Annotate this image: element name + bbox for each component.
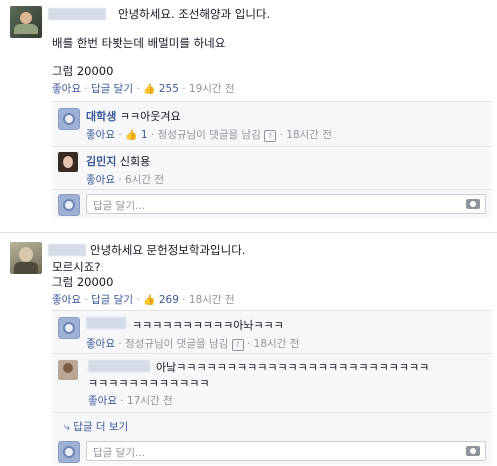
post-2-avatar[interactable] bbox=[10, 242, 42, 274]
comment-like-button[interactable]: 좋아요 bbox=[86, 174, 115, 186]
post-1-timestamp[interactable]: 19시간 전 bbox=[189, 83, 235, 95]
comment-timestamp[interactable]: 18시간 전 bbox=[286, 129, 332, 141]
thumbs-up-icon: 👍 bbox=[143, 84, 156, 95]
reply-placeholder: 답글 달기... bbox=[93, 447, 145, 459]
camera-icon[interactable] bbox=[466, 199, 480, 209]
reply-avatar bbox=[58, 441, 80, 463]
post-1-like-button[interactable]: 좋아요 bbox=[52, 83, 81, 95]
post-2-timestamp[interactable]: 18시간 전 bbox=[189, 294, 235, 306]
thumbs-up-icon: 👍 bbox=[143, 295, 156, 306]
comment-author-name[interactable] bbox=[88, 360, 150, 372]
comment-text: ㅋㅋㅋㅋㅋㅋㅋㅋㅋㅋ아놔ㅋㅋㅋ bbox=[132, 319, 284, 332]
comment-like-count[interactable]: 1 bbox=[141, 129, 148, 141]
reply-input[interactable]: 답글 달기... bbox=[86, 194, 486, 214]
comment-timestamp[interactable]: 17시간 전 bbox=[127, 395, 173, 407]
comment-text-line2: ㅋㅋㅋㅋㅋㅋㅋㅋㅋㅋㅋㅋ bbox=[88, 377, 210, 390]
comment-avatar[interactable] bbox=[58, 152, 78, 172]
comment-author-name[interactable]: 대학생 bbox=[86, 110, 116, 123]
post-2-reply-button[interactable]: 답글 달기 bbox=[91, 294, 133, 306]
post-1-text-line1: 안녕하세요. 조선해양과 입니다. bbox=[118, 7, 271, 21]
comment-row: ㅋㅋㅋㅋㅋㅋㅋㅋㅋㅋ아놔ㅋㅋㅋ 좋아요 · 정성규님이 댓글을 남김 ? · 1… bbox=[52, 311, 492, 354]
more-replies-link[interactable]: ⤷ 답글 더 보기 bbox=[64, 419, 128, 434]
post-1-like-count[interactable]: 255 bbox=[159, 83, 179, 95]
post-1-avatar[interactable] bbox=[10, 6, 42, 38]
comment-text: ㅋㅋ아웃겨요 bbox=[119, 110, 181, 123]
post-1-actions: 좋아요 · 답글 달기 · 👍 255 · 19시간 전 bbox=[52, 83, 235, 95]
post-1-text-line2: 배를 한번 타봣는데 배멀미를 하네요 bbox=[52, 36, 226, 50]
reply-placeholder: 답글 달기... bbox=[93, 200, 145, 212]
post-2-like-count[interactable]: 269 bbox=[159, 294, 179, 306]
more-replies-label[interactable]: 답글 더 보기 bbox=[73, 421, 128, 433]
post-2-comments: ㅋㅋㅋㅋㅋㅋㅋㅋㅋㅋ아놔ㅋㅋㅋ 좋아요 · 정성규님이 댓글을 남김 ? · 1… bbox=[52, 310, 492, 465]
comment-author-name[interactable] bbox=[86, 317, 126, 329]
reply-badge-icon: ? bbox=[264, 130, 277, 142]
post-2-author-name[interactable] bbox=[48, 244, 86, 256]
comment-like-button[interactable]: 좋아요 bbox=[86, 129, 115, 141]
post-2-actions: 좋아요 · 답글 달기 · 👍 269 · 18시간 전 bbox=[52, 294, 235, 306]
post-1-comments: 대학생 ㅋㅋ아웃겨요 좋아요 · 👍 1 · 정성규님이 댓글을 남김 ? · … bbox=[52, 101, 492, 218]
comment-like-button[interactable]: 좋아요 bbox=[86, 338, 115, 350]
post-2-text-line3: 그럼 20000 bbox=[52, 275, 114, 289]
comment-like-button[interactable]: 좋아요 bbox=[88, 395, 117, 407]
thumbs-up-icon: 👍 bbox=[125, 130, 138, 141]
reply-avatar bbox=[58, 194, 80, 216]
post-1-text-line3: 그럼 20000 bbox=[52, 64, 114, 78]
post-2-like-button[interactable]: 좋아요 bbox=[52, 294, 81, 306]
reply-badge-icon: ? bbox=[231, 339, 244, 351]
post-2-text-line1: 안녕하세요 문헌정보학과입니다. bbox=[90, 243, 246, 257]
comment-text: 신회용 bbox=[119, 155, 151, 168]
comment-text-line1: 아낰ㅋㅋㅋㅋㅋㅋㅋㅋㅋㅋㅋㅋㅋㅋㅋㅋㅋㅋㅋㅋㅋㅋㅋㅋㅋ bbox=[156, 361, 430, 374]
comment-avatar[interactable] bbox=[58, 317, 80, 339]
comment-timestamp[interactable]: 18시간 전 bbox=[254, 338, 300, 350]
comment-row: 김민지 신회용 좋아요 · 6시간 전 bbox=[52, 147, 492, 190]
reply-note: 정성규님이 댓글을 남김 bbox=[125, 338, 229, 350]
reply-input[interactable]: 답글 달기... bbox=[86, 441, 486, 461]
post-1-reply-button[interactable]: 답글 달기 bbox=[91, 83, 133, 95]
comment-avatar[interactable] bbox=[58, 360, 78, 380]
reply-arrow-icon: ⤷ bbox=[64, 421, 70, 433]
post-1-author-name[interactable] bbox=[48, 8, 106, 20]
post-2-text-line2: 모르시죠? bbox=[52, 260, 101, 274]
comment-timestamp[interactable]: 6시간 전 bbox=[125, 174, 164, 186]
comment-row: 대학생 ㅋㅋ아웃겨요 좋아요 · 👍 1 · 정성규님이 댓글을 남김 ? · … bbox=[52, 102, 492, 147]
comment-row: 아낰ㅋㅋㅋㅋㅋㅋㅋㅋㅋㅋㅋㅋㅋㅋㅋㅋㅋㅋㅋㅋㅋㅋㅋㅋㅋ ㅋㅋㅋㅋㅋㅋㅋㅋㅋㅋㅋㅋ… bbox=[52, 354, 492, 413]
comment-avatar[interactable] bbox=[58, 108, 80, 130]
comment-author-name[interactable]: 김민지 bbox=[86, 155, 116, 168]
camera-icon[interactable] bbox=[466, 446, 480, 456]
post-divider bbox=[0, 232, 497, 233]
reply-note: 정성규님이 댓글을 남김 bbox=[157, 129, 261, 141]
